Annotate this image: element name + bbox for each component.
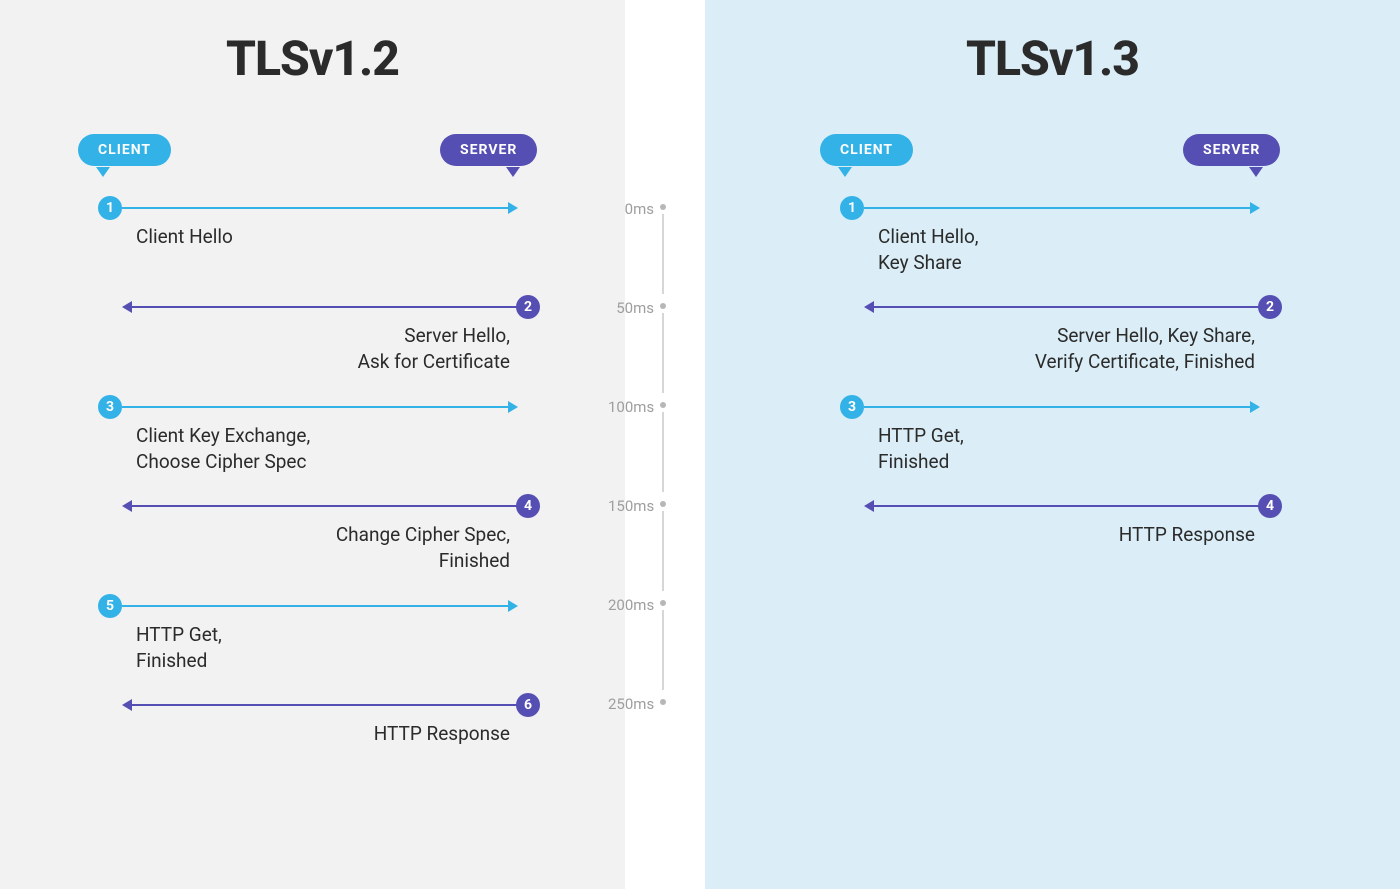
tick-seg-1 [662,313,664,393]
step-circle-1-left: 1 [98,196,122,220]
arrow-head-6-left [122,699,132,711]
client-badge-tail-left [96,167,110,177]
arrow-3-left [122,406,510,408]
client-badge-tail-right [838,167,852,177]
tick-dot-2 [660,402,666,408]
step-circle-5-left: 5 [98,594,122,618]
tick-4: 200ms [608,596,654,614]
step-label-1-right: Client Hello,Key Share [878,224,979,275]
tick-1: 50ms [608,299,654,317]
arrow-3-right [864,406,1252,408]
arrow-6-left [130,704,518,706]
step-circle-1-right: 1 [840,196,864,220]
step-circle-2-right: 2 [1258,295,1282,319]
arrow-5-left [122,605,510,607]
arrow-2-right [872,306,1260,308]
step-circle-4-left: 4 [516,494,540,518]
arrow-head-2-right [864,301,874,313]
arrow-head-1-left [508,202,518,214]
tick-3: 150ms [608,497,654,515]
step-circle-6-left: 6 [516,693,540,717]
client-badge-right: CLIENT [820,134,913,166]
step-label-6-left: HTTP Response [250,721,510,747]
tick-dot-0 [660,204,666,210]
title-tls13: TLSv1.3 [705,30,1400,87]
tick-5: 250ms [608,695,654,713]
tick-dot-4 [660,600,666,606]
tick-dot-3 [660,501,666,507]
step-circle-3-left: 3 [98,395,122,419]
tick-seg-0 [662,214,664,294]
tick-0: 0ms [608,200,654,218]
client-badge-left: CLIENT [78,134,171,166]
tick-seg-2 [662,412,664,492]
step-circle-2-left: 2 [516,295,540,319]
tick-dot-5 [660,699,666,705]
tick-seg-4 [662,610,664,690]
step-label-2-left: Server Hello,Ask for Certificate [250,323,510,374]
panel-tls12: TLSv1.2 CLIENT SERVER 1 Client Hello 2 S… [0,0,625,889]
arrow-head-3-right [1250,401,1260,413]
tick-dot-1 [660,303,666,309]
title-tls12: TLSv1.2 [0,30,625,87]
panel-tls13: TLSv1.3 CLIENT SERVER 1 Client Hello,Key… [705,0,1400,889]
server-badge-tail-left [506,167,520,177]
arrow-2-left [130,306,518,308]
arrow-head-5-left [508,600,518,612]
step-label-5-left: HTTP Get,Finished [136,622,222,673]
tick-seg-3 [662,511,664,591]
arrow-head-4-left [122,500,132,512]
arrow-head-4-right [864,500,874,512]
step-circle-3-right: 3 [840,395,864,419]
server-badge-right: SERVER [1183,134,1280,166]
server-badge-left: SERVER [440,134,537,166]
arrow-head-2-left [122,301,132,313]
step-circle-4-right: 4 [1258,494,1282,518]
panel-gap [625,0,705,889]
server-badge-tail-right [1249,167,1263,177]
step-label-1-left: Client Hello [136,224,233,250]
step-label-4-left: Change Cipher Spec,Finished [250,522,510,573]
arrow-head-3-left [508,401,518,413]
step-label-3-left: Client Key Exchange,Choose Cipher Spec [136,423,310,474]
arrow-1-right [864,207,1252,209]
arrow-4-right [872,505,1260,507]
arrow-1-left [122,207,510,209]
arrow-4-left [130,505,518,507]
step-label-4-right: HTTP Response [935,522,1255,548]
step-label-3-right: HTTP Get,Finished [878,423,964,474]
tick-2: 100ms [608,398,654,416]
arrow-head-1-right [1250,202,1260,214]
step-label-2-right: Server Hello, Key Share,Verify Certifica… [935,323,1255,374]
